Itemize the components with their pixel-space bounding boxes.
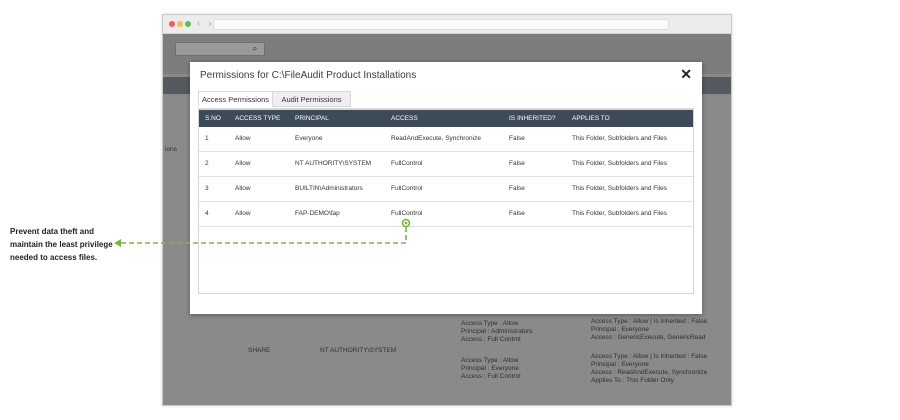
- tab-access-permissions[interactable]: Access Permissions: [198, 91, 273, 107]
- cell-applies-to: This Folder, Subfolders and Files: [572, 210, 668, 217]
- cell-is-inherited: False: [509, 210, 525, 217]
- permissions-table: S.NO ACCESS TYPE PRINCIPAL ACCESS IS INH…: [198, 109, 694, 294]
- maximize-window-icon[interactable]: [185, 21, 191, 27]
- background-share-principal: NT AUTHORITY\SYSTEM: [320, 347, 397, 354]
- cell-principal: FAP-DEMO\fap: [295, 210, 340, 217]
- cell-access: FullControl: [391, 185, 423, 192]
- callout-line: needed to access files.: [10, 253, 98, 262]
- cell-access: FullControl: [391, 160, 423, 167]
- callout-line: maintain the least privilege: [10, 240, 113, 249]
- column-header-is-inherited[interactable]: IS INHERITED?: [509, 110, 556, 127]
- permissions-dialog: Permissions for C:\FileAudit Product Ins…: [190, 62, 702, 314]
- cell-sno: 3: [205, 185, 209, 192]
- cell-access-type: Allow: [235, 210, 251, 217]
- column-header-access-type[interactable]: ACCESS TYPE: [235, 110, 280, 127]
- background-access-block: Access Type : Allow Principal : Everyone…: [461, 357, 521, 380]
- callout-text: Prevent data theft and maintain the leas…: [10, 225, 130, 264]
- cell-sno: 1: [205, 135, 209, 142]
- table-header: S.NO ACCESS TYPE PRINCIPAL ACCESS IS INH…: [199, 110, 693, 127]
- cell-is-inherited: False: [509, 160, 525, 167]
- cell-principal: NT AUTHORITY\SYSTEM: [295, 160, 372, 167]
- table-row[interactable]: 3 Allow BUILTIN\Administrators FullContr…: [199, 177, 693, 202]
- cell-access: ReadAndExecute, Synchronize: [391, 135, 481, 142]
- column-header-applies-to[interactable]: APPLIES TO: [572, 110, 610, 127]
- table-row[interactable]: 4 Allow FAP-DEMO\fap FullControl False T…: [199, 202, 693, 227]
- table-row[interactable]: 2 Allow NT AUTHORITY\SYSTEM FullControl …: [199, 152, 693, 177]
- column-header-principal[interactable]: PRINCIPAL: [295, 110, 329, 127]
- callout-line: Prevent data theft and: [10, 227, 95, 236]
- cell-applies-to: This Folder, Subfolders and Files: [572, 185, 668, 192]
- permission-tabs: Access Permissions Audit Permissions: [198, 91, 694, 109]
- search-icon: ⌕: [252, 44, 258, 53]
- column-header-sno[interactable]: S.NO: [205, 110, 221, 127]
- column-header-access[interactable]: ACCESS: [391, 110, 418, 127]
- cell-access: FullControl: [391, 210, 423, 217]
- cell-applies-to: This Folder, Subfolders and Files: [572, 135, 668, 142]
- cell-is-inherited: False: [509, 185, 525, 192]
- cell-access-type: Allow: [235, 185, 251, 192]
- background-access-block: Access Type : Allow Principal : Administ…: [461, 320, 533, 343]
- cell-access-type: Allow: [235, 135, 251, 142]
- dialog-title: Permissions for C:\FileAudit Product Ins…: [200, 70, 417, 81]
- back-forward-icon[interactable]: ‹ ›: [197, 18, 215, 28]
- address-bar[interactable]: [213, 19, 669, 30]
- close-window-icon[interactable]: [169, 21, 175, 27]
- close-icon[interactable]: ✕: [680, 67, 692, 81]
- cell-access-type: Allow: [235, 160, 251, 167]
- cell-applies-to: This Folder, Subfolders and Files: [572, 160, 668, 167]
- background-right-block: Access Type : Allow | Is Inherited : Fal…: [591, 318, 708, 341]
- background-fragment: ions: [165, 146, 177, 153]
- minimize-window-icon[interactable]: [177, 21, 183, 27]
- tab-audit-permissions[interactable]: Audit Permissions: [273, 91, 351, 107]
- cell-sno: 2: [205, 160, 209, 167]
- cell-principal: BUILTIN\Administrators: [295, 185, 363, 192]
- background-share-label: SHARE: [248, 347, 271, 354]
- cell-sno: 4: [205, 210, 209, 217]
- cell-is-inherited: False: [509, 135, 525, 142]
- browser-title-bar: ‹ ›: [163, 15, 731, 34]
- table-row[interactable]: 1 Allow Everyone ReadAndExecute, Synchro…: [199, 127, 693, 152]
- background-right-block: Access Type : Allow | Is Inherited : Fal…: [591, 353, 708, 384]
- cell-principal: Everyone: [295, 135, 323, 142]
